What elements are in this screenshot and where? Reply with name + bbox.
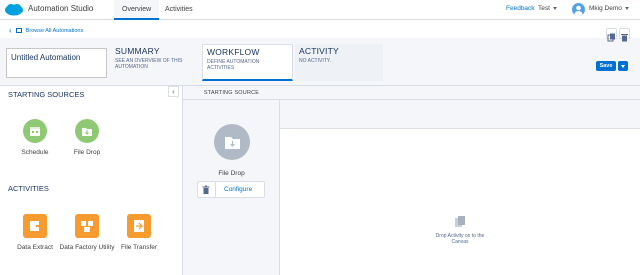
tile-label: File Drop bbox=[73, 149, 101, 156]
activities-title: ACTIVITIES bbox=[8, 184, 49, 193]
feedback-link[interactable]: Feedback bbox=[506, 5, 535, 12]
avatar[interactable] bbox=[572, 3, 585, 16]
top-nav: Automation Studio Overview Activities Fe… bbox=[0, 0, 640, 20]
activity-file-transfer[interactable]: File Transfer bbox=[109, 214, 169, 252]
source-schedule[interactable]: Schedule bbox=[5, 119, 65, 157]
step-desc: DEFINE AUTOMATION ACTIVITIES bbox=[207, 59, 260, 71]
delete-button[interactable] bbox=[619, 28, 630, 42]
business-unit-label: Test bbox=[538, 5, 550, 12]
chevron-down-icon bbox=[624, 6, 629, 10]
canvas-header bbox=[280, 86, 640, 100]
step-title: WORKFLOW bbox=[207, 47, 260, 57]
activity-data-extract[interactable]: Data Extract bbox=[5, 214, 65, 252]
drop-hint: Drop Activity on to the Canvas bbox=[430, 216, 490, 245]
user-icon bbox=[574, 5, 583, 16]
trash-icon bbox=[621, 34, 628, 42]
trash-icon[interactable] bbox=[201, 185, 211, 195]
drop-hint-text: Drop Activity on to the Canvas bbox=[435, 233, 485, 245]
step-title: ACTIVITY bbox=[299, 46, 339, 56]
copy-icon bbox=[607, 33, 615, 42]
sidebar: STARTING SOURCES Schedule File Drop ACTI… bbox=[0, 86, 183, 275]
step-desc: NO ACTIVITY. bbox=[299, 58, 331, 64]
data-factory-icon bbox=[75, 214, 99, 238]
automation-name-field[interactable]: Untitled Automation bbox=[6, 48, 107, 78]
starting-sources-title: STARTING SOURCES bbox=[8, 90, 85, 99]
file-drop-source-icon[interactable] bbox=[214, 124, 250, 160]
collapse-sidebar-button[interactable]: ‹ bbox=[168, 86, 179, 97]
step-title: SUMMARY bbox=[115, 46, 160, 56]
starting-source-header: STARTING SOURCE bbox=[183, 86, 280, 100]
step-activity[interactable]: ACTIVITY NO ACTIVITY. bbox=[295, 44, 383, 81]
file-transfer-icon bbox=[127, 214, 151, 238]
chevron-left-icon: ‹ bbox=[172, 87, 175, 96]
app-name: Automation Studio bbox=[28, 4, 94, 13]
source-file-drop[interactable]: File Drop bbox=[57, 119, 117, 157]
back-arrow-icon: ‹ bbox=[9, 26, 12, 35]
save-button[interactable]: Save bbox=[596, 61, 616, 71]
drop-activity-icon bbox=[455, 216, 465, 227]
copy-button[interactable] bbox=[606, 28, 617, 42]
business-unit-select[interactable]: Test bbox=[538, 5, 557, 12]
save-menu-button[interactable] bbox=[618, 61, 628, 71]
chevron-down-icon bbox=[552, 6, 557, 10]
user-name: Mkig Demo bbox=[589, 5, 622, 12]
user-menu[interactable]: Mkig Demo bbox=[589, 5, 629, 12]
divider bbox=[215, 182, 216, 197]
salesforce-cloud-icon bbox=[5, 4, 23, 16]
configure-button[interactable]: Configure bbox=[224, 186, 252, 193]
tile-label: File Transfer bbox=[120, 244, 158, 251]
breadcrumb-label: Browse All Automations bbox=[25, 28, 84, 34]
grid-icon bbox=[16, 28, 23, 33]
step-desc: SEE AN OVERVIEW OF THIS AUTOMATION bbox=[115, 58, 183, 70]
canvas-step-row bbox=[280, 100, 640, 129]
tile-label: Data Factory Utility bbox=[59, 244, 115, 251]
tab-overview[interactable]: Overview bbox=[114, 0, 160, 20]
tile-label: Schedule bbox=[21, 149, 49, 156]
data-extract-icon bbox=[23, 214, 47, 238]
folder-drop-icon bbox=[75, 119, 99, 143]
tile-label: Data Extract bbox=[17, 244, 53, 251]
step-workflow[interactable]: WORKFLOW DEFINE AUTOMATION ACTIVITIES bbox=[202, 44, 293, 81]
automation-header: Untitled Automation SUMMARY SEE AN OVERV… bbox=[0, 38, 640, 86]
activity-data-factory-utility[interactable]: Data Factory Utility bbox=[57, 214, 117, 252]
breadcrumb[interactable]: ‹ Browse All Automations bbox=[9, 26, 83, 35]
configure-control: Configure bbox=[197, 181, 265, 198]
source-label: File Drop bbox=[218, 170, 245, 177]
calendar-icon bbox=[23, 119, 47, 143]
step-summary[interactable]: SUMMARY SEE AN OVERVIEW OF THIS AUTOMATI… bbox=[111, 44, 199, 81]
tab-activities[interactable]: Activities bbox=[157, 0, 201, 20]
